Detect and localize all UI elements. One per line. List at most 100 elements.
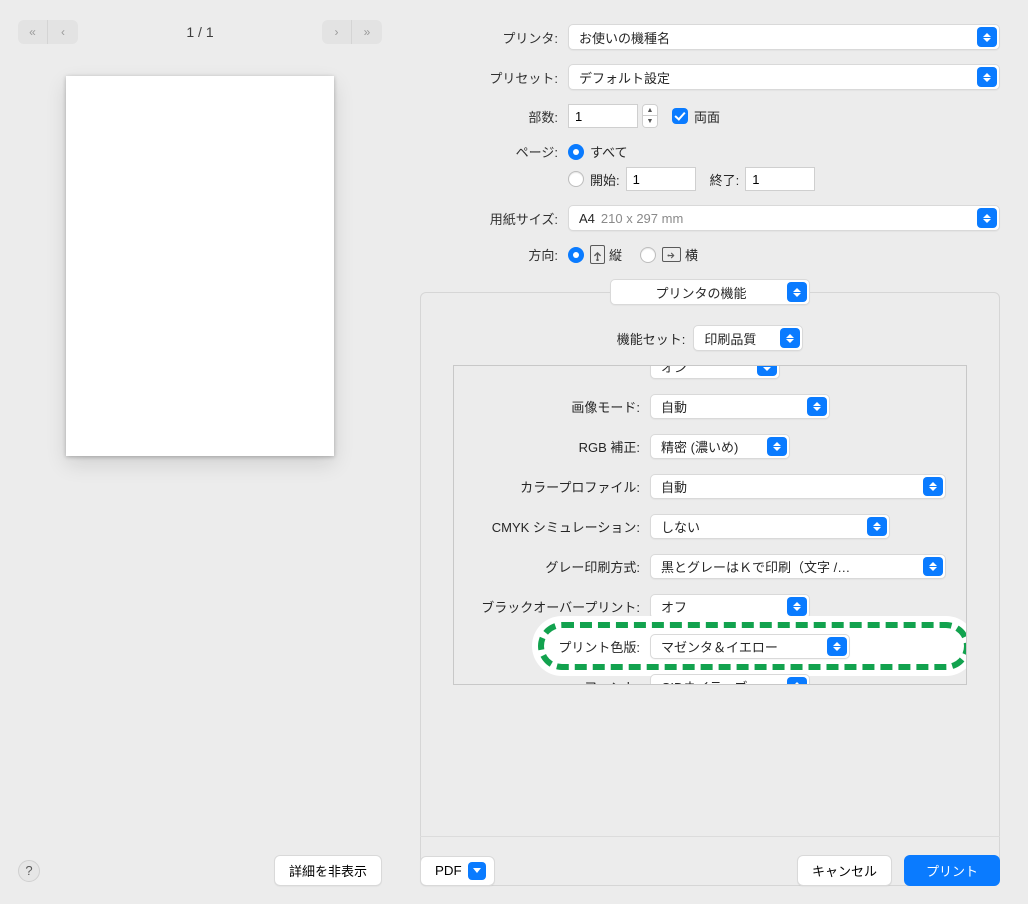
gray-label: グレー印刷方式: — [454, 557, 650, 576]
pages-all-radio[interactable] — [568, 144, 584, 160]
copies-stepper[interactable]: ▲ ▼ — [642, 104, 658, 128]
preview-page — [66, 76, 334, 456]
paper-row: 用紙サイズ: A4 210 x 297 mm — [420, 205, 1000, 231]
help-button[interactable]: ? — [18, 860, 40, 882]
page-indicator: 1 / 1 — [78, 24, 322, 40]
pages-from-input[interactable] — [626, 167, 696, 191]
paper-label: 用紙サイズ: — [420, 209, 568, 228]
printer-select[interactable]: お使いの機種名 — [568, 24, 1000, 50]
black-overprint-label: ブラックオーバープリント: — [454, 597, 650, 616]
features-tab-label: プリンタの機能 — [655, 283, 746, 302]
pages-row-all: ページ: すべて — [420, 142, 1000, 161]
pages-label: ページ: — [420, 142, 568, 161]
preset-select[interactable]: デフォルト設定 — [568, 64, 1000, 90]
copies-label: 部数: — [420, 107, 568, 126]
select-arrow-icon — [923, 557, 943, 576]
first-page-button[interactable]: « — [18, 20, 48, 44]
select-arrow-icon — [767, 437, 787, 456]
feature-row-cmyk: CMYK シミュレーション: しない — [454, 506, 966, 546]
font-label: フォント: — [454, 677, 650, 686]
portrait-radio[interactable] — [568, 247, 584, 263]
print-color-select[interactable]: マゼンタ＆イエロー — [650, 634, 850, 659]
feature-set-row: 機能セット: 印刷品質 — [617, 325, 804, 351]
paper-value: A4 — [579, 211, 595, 226]
preset-row: プリセット: デフォルト設定 — [420, 64, 1000, 90]
preview-nav: « ‹ 1 / 1 › » — [18, 20, 382, 44]
select-arrow-icon — [757, 365, 777, 376]
preview-area — [18, 68, 382, 845]
paper-dim: 210 x 297 mm — [601, 211, 683, 226]
stepper-down-icon: ▼ — [643, 116, 657, 127]
select-arrow-icon — [787, 597, 807, 616]
pages-to-input[interactable] — [745, 167, 815, 191]
landscape-label: 横 — [685, 245, 698, 264]
font-select[interactable]: CIDネイティブ — [650, 674, 810, 686]
pages-to-label: 終了: — [710, 170, 740, 189]
feature-row-rgb: RGB 補正: 精密 (濃いめ) — [454, 426, 966, 466]
bottom-bar: PDF キャンセル プリント — [420, 836, 1000, 886]
select-arrow-icon — [787, 677, 807, 686]
select-arrow-icon — [977, 208, 997, 228]
print-color-label: プリント色版: — [454, 637, 650, 656]
chevron-down-icon — [468, 862, 486, 880]
black-overprint-select[interactable]: オフ — [650, 594, 810, 619]
feature-set-value: 印刷品質 — [704, 329, 756, 348]
last-page-button[interactable]: » — [352, 20, 382, 44]
paper-select[interactable]: A4 210 x 297 mm — [568, 205, 1000, 231]
feature-set-select[interactable]: 印刷品質 — [693, 325, 803, 351]
stepper-up-icon: ▲ — [643, 105, 657, 116]
orientation-row: 方向: 縦 横 — [420, 245, 1000, 264]
select-arrow-icon — [780, 328, 800, 348]
pages-from-label: 開始: — [590, 170, 620, 189]
hide-details-button[interactable]: 詳細を非表示 — [274, 855, 382, 886]
gray-select[interactable]: 黒とグレーはＫで印刷（文字 /… — [650, 554, 946, 579]
portrait-icon — [590, 245, 605, 264]
settings-panel: プリンタ: お使いの機種名 プリセット: デフォルト設定 部数: ▲ ▼ 両面 — [400, 0, 1028, 904]
feature-set-label: 機能セット: — [617, 329, 686, 348]
feature-row-image-mode: 画像モード: 自動 — [454, 386, 966, 426]
pdf-label: PDF — [435, 863, 462, 878]
select-arrow-icon — [807, 397, 827, 416]
cancel-button[interactable]: キャンセル — [797, 855, 892, 886]
copies-input[interactable] — [568, 104, 638, 128]
copies-row: 部数: ▲ ▼ 両面 — [420, 104, 1000, 128]
profile-label: カラープロファイル: — [454, 477, 650, 496]
select-arrow-icon — [827, 637, 847, 656]
feature-list-box[interactable]: オン 画像モード: 自動 RGB 補正: — [453, 365, 967, 685]
printer-value: お使いの機種名 — [579, 28, 670, 47]
rgb-select[interactable]: 精密 (濃いめ) — [650, 434, 790, 459]
pages-range-radio[interactable] — [568, 171, 584, 187]
feature-row-print-color: プリント色版: マゼンタ＆イエロー — [454, 626, 966, 666]
feature-list-inner: オン 画像モード: 自動 RGB 補正: — [454, 365, 966, 685]
prev-page-button[interactable]: ‹ — [48, 20, 78, 44]
printer-label: プリンタ: — [420, 28, 568, 47]
pages-all-label: すべて — [590, 142, 628, 161]
print-button[interactable]: プリント — [904, 855, 1000, 886]
image-mode-select[interactable]: 自動 — [650, 394, 830, 419]
printer-row: プリンタ: お使いの機種名 — [420, 24, 1000, 50]
left-bottom-bar: ? 詳細を非表示 — [18, 845, 382, 886]
feature-clipped-select[interactable]: オン — [650, 365, 780, 379]
preset-label: プリセット: — [420, 68, 568, 87]
next-page-button[interactable]: › — [322, 20, 352, 44]
orientation-label: 方向: — [420, 245, 568, 264]
print-dialog: « ‹ 1 / 1 › » ? 詳細を非表示 プリンタ: お使いの機種名 — [0, 0, 1028, 904]
select-arrow-icon — [867, 517, 887, 536]
preview-panel: « ‹ 1 / 1 › » ? 詳細を非表示 — [0, 0, 400, 904]
feature-row-clipped: オン — [454, 365, 966, 386]
duplex-checkbox[interactable] — [672, 108, 688, 124]
landscape-radio[interactable] — [640, 247, 656, 263]
nav-next-last-group: › » — [322, 20, 382, 44]
features-tab-select[interactable]: プリンタの機能 — [610, 279, 810, 305]
profile-select[interactable]: 自動 — [650, 474, 946, 499]
duplex-label: 両面 — [694, 107, 720, 126]
select-arrow-icon — [977, 67, 997, 87]
select-arrow-icon — [977, 27, 997, 47]
features-content: 機能セット: 印刷品質 オン — [421, 325, 999, 685]
portrait-label: 縦 — [609, 245, 622, 264]
pdf-button[interactable]: PDF — [420, 856, 495, 886]
select-arrow-icon — [923, 477, 943, 496]
feature-row-gray: グレー印刷方式: 黒とグレーはＫで印刷（文字 /… — [454, 546, 966, 586]
cmyk-select[interactable]: しない — [650, 514, 890, 539]
preset-value: デフォルト設定 — [579, 68, 670, 87]
